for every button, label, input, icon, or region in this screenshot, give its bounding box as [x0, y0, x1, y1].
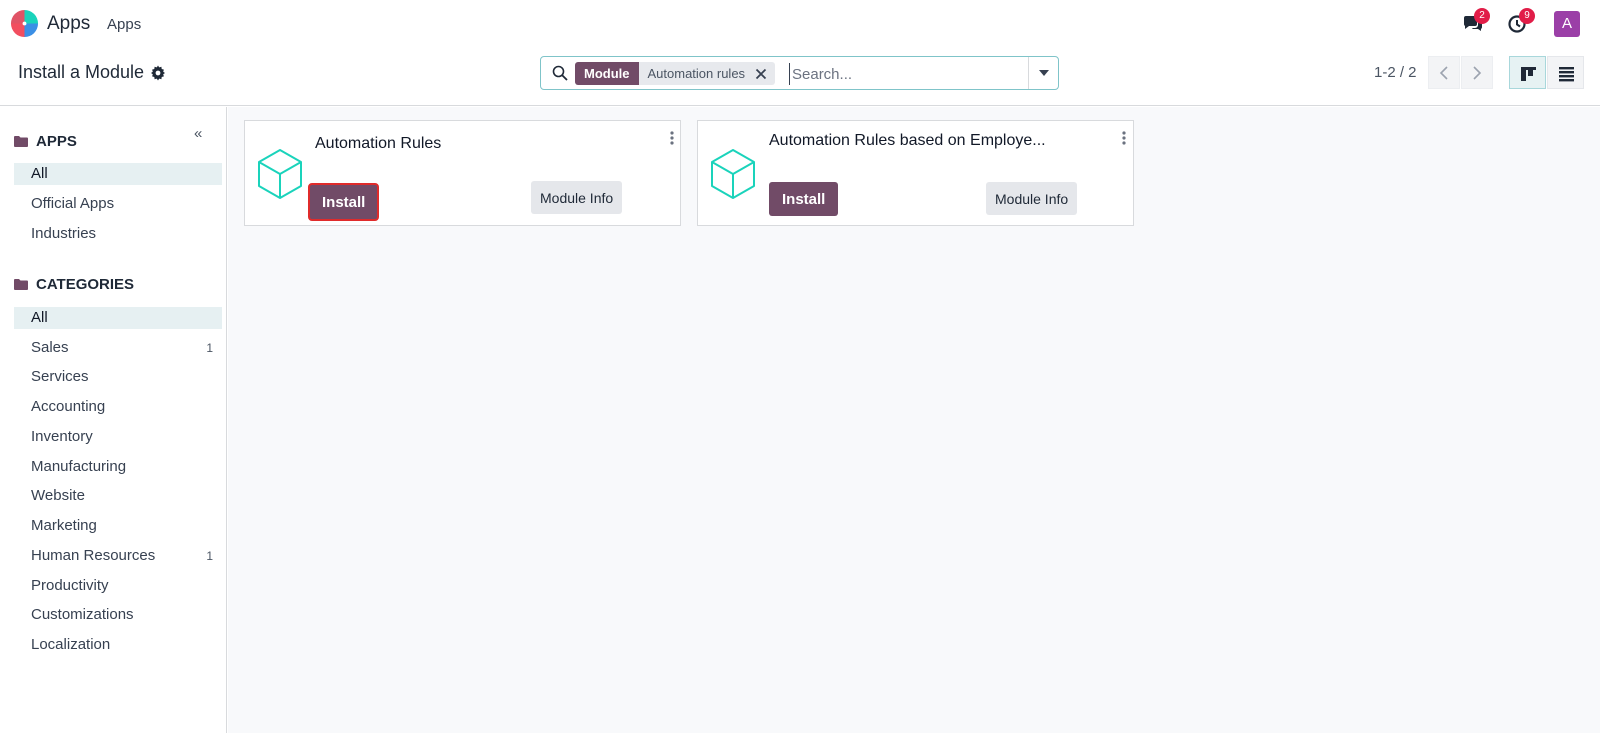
list-icon [1559, 67, 1574, 82]
category-count: 1 [206, 549, 213, 563]
module-cube-icon [258, 149, 302, 199]
sidebar-item-website[interactable]: Website [14, 485, 222, 507]
install-button[interactable]: Install [769, 182, 839, 216]
folder-icon [14, 136, 28, 147]
sidebar-item-official-apps[interactable]: Official Apps [14, 193, 222, 215]
search-bar: Module Automation rules [540, 56, 1059, 90]
gear-icon[interactable] [150, 65, 166, 81]
user-avatar[interactable]: A [1554, 11, 1580, 37]
search-options-toggle[interactable] [1028, 57, 1058, 89]
pager-previous-button[interactable] [1428, 56, 1460, 89]
odoo-apps-logo-icon[interactable] [10, 9, 39, 38]
collapse-sidebar-icon[interactable]: « [194, 125, 202, 142]
install-button[interactable]: Install [307, 183, 380, 221]
activities-button[interactable]: 9 [1507, 8, 1535, 36]
facet-value: Automation rules [638, 62, 776, 85]
module-cube-icon [711, 149, 755, 199]
module-info-button[interactable]: Module Info [531, 181, 623, 214]
sidebar-item-label: Localization [31, 636, 111, 653]
list-view-button[interactable] [1547, 56, 1584, 89]
sidebar-item-industries[interactable]: Industries [14, 223, 222, 245]
apps-heading-text: APPS [36, 133, 77, 150]
chevron-right-icon [1473, 66, 1482, 80]
module-info-button[interactable]: Module Info [986, 182, 1078, 215]
pager-value[interactable]: 1-2 / 2 [1374, 64, 1417, 81]
module-title: Automation Rules [315, 135, 442, 152]
sidebar-item-label: Website [31, 487, 85, 504]
sidebar-item-services[interactable]: Services [14, 366, 222, 388]
menu-link-apps[interactable]: Apps [107, 16, 141, 33]
sidebar-item-category-all[interactable]: All [14, 307, 222, 329]
sidebar-item-label: Official Apps [31, 195, 115, 212]
sidebar-item-label: All [31, 165, 48, 182]
apps-section-heading: APPS [14, 133, 77, 150]
pager-next-button[interactable] [1461, 56, 1493, 89]
categories-heading-text: CATEGORIES [36, 276, 135, 293]
sidebar-item-label: Accounting [31, 398, 106, 415]
category-count: 1 [206, 341, 213, 355]
activities-badge: 9 [1519, 8, 1535, 24]
module-card[interactable]: Automation Rules based on Employe... Ins… [697, 120, 1134, 226]
sidebar-item-label: Customizations [31, 606, 134, 623]
module-title: Automation Rules based on Employe... [769, 132, 1046, 149]
sidebar-item-label: Sales [31, 339, 69, 356]
kanban-view: Automation Rules Install Module Info Aut… [228, 107, 1600, 733]
module-card[interactable]: Automation Rules Install Module Info [244, 120, 681, 226]
sidebar-item-label: Marketing [31, 517, 97, 534]
sidebar-item-label: Human Resources [31, 547, 156, 564]
sidebar-item-label: Manufacturing [31, 458, 127, 475]
sidebar-item-customizations[interactable]: Customizations [14, 604, 222, 626]
categories-section-heading: CATEGORIES [14, 276, 134, 293]
facet-value-text: Automation rules [647, 66, 746, 81]
sidebar-item-inventory[interactable]: Inventory [14, 426, 222, 448]
kebab-menu-icon[interactable] [670, 131, 674, 145]
sidebar-item-manufacturing[interactable]: Manufacturing [14, 456, 222, 478]
sidebar-item-marketing[interactable]: Marketing [14, 515, 222, 537]
search-input[interactable] [789, 63, 1019, 85]
folder-icon [14, 279, 28, 290]
chevron-left-icon [1439, 66, 1448, 80]
kanban-view-button[interactable] [1509, 56, 1546, 89]
caret-down-icon [1039, 70, 1049, 76]
sidebar-item-label: Industries [31, 225, 97, 242]
sidebar-item-apps-all[interactable]: All [14, 163, 222, 185]
page-title: Install a Module [18, 62, 145, 82]
search-icon[interactable] [552, 65, 568, 81]
facet-label: Module [575, 62, 639, 85]
messages-badge: 2 [1474, 8, 1490, 24]
kebab-menu-icon[interactable] [1122, 131, 1126, 145]
top-navbar: Apps Apps 2 9 A [0, 0, 1600, 46]
sidebar-item-human-resources[interactable]: Human Resources 1 [14, 545, 222, 567]
sidebar-item-label: Inventory [31, 428, 93, 445]
sidebar-item-label: Productivity [31, 577, 109, 594]
control-panel: Install a Module Module Automation rules… [0, 46, 1600, 106]
sidebar-item-productivity[interactable]: Productivity [14, 575, 222, 597]
sidebar-item-localization[interactable]: Localization [14, 634, 222, 656]
app-name[interactable]: Apps [47, 13, 90, 35]
sidebar-item-accounting[interactable]: Accounting [14, 396, 222, 418]
sidebar-item-sales[interactable]: Sales 1 [14, 337, 222, 359]
kanban-icon [1521, 67, 1536, 81]
messages-button[interactable]: 2 [1462, 8, 1490, 36]
close-icon[interactable] [755, 68, 767, 80]
search-panel-sidebar: « APPS All Official Apps Industries CATE… [0, 107, 227, 733]
sidebar-item-label: Services [31, 368, 89, 385]
search-facet: Module Automation rules [575, 62, 776, 85]
sidebar-item-label: All [31, 309, 48, 326]
